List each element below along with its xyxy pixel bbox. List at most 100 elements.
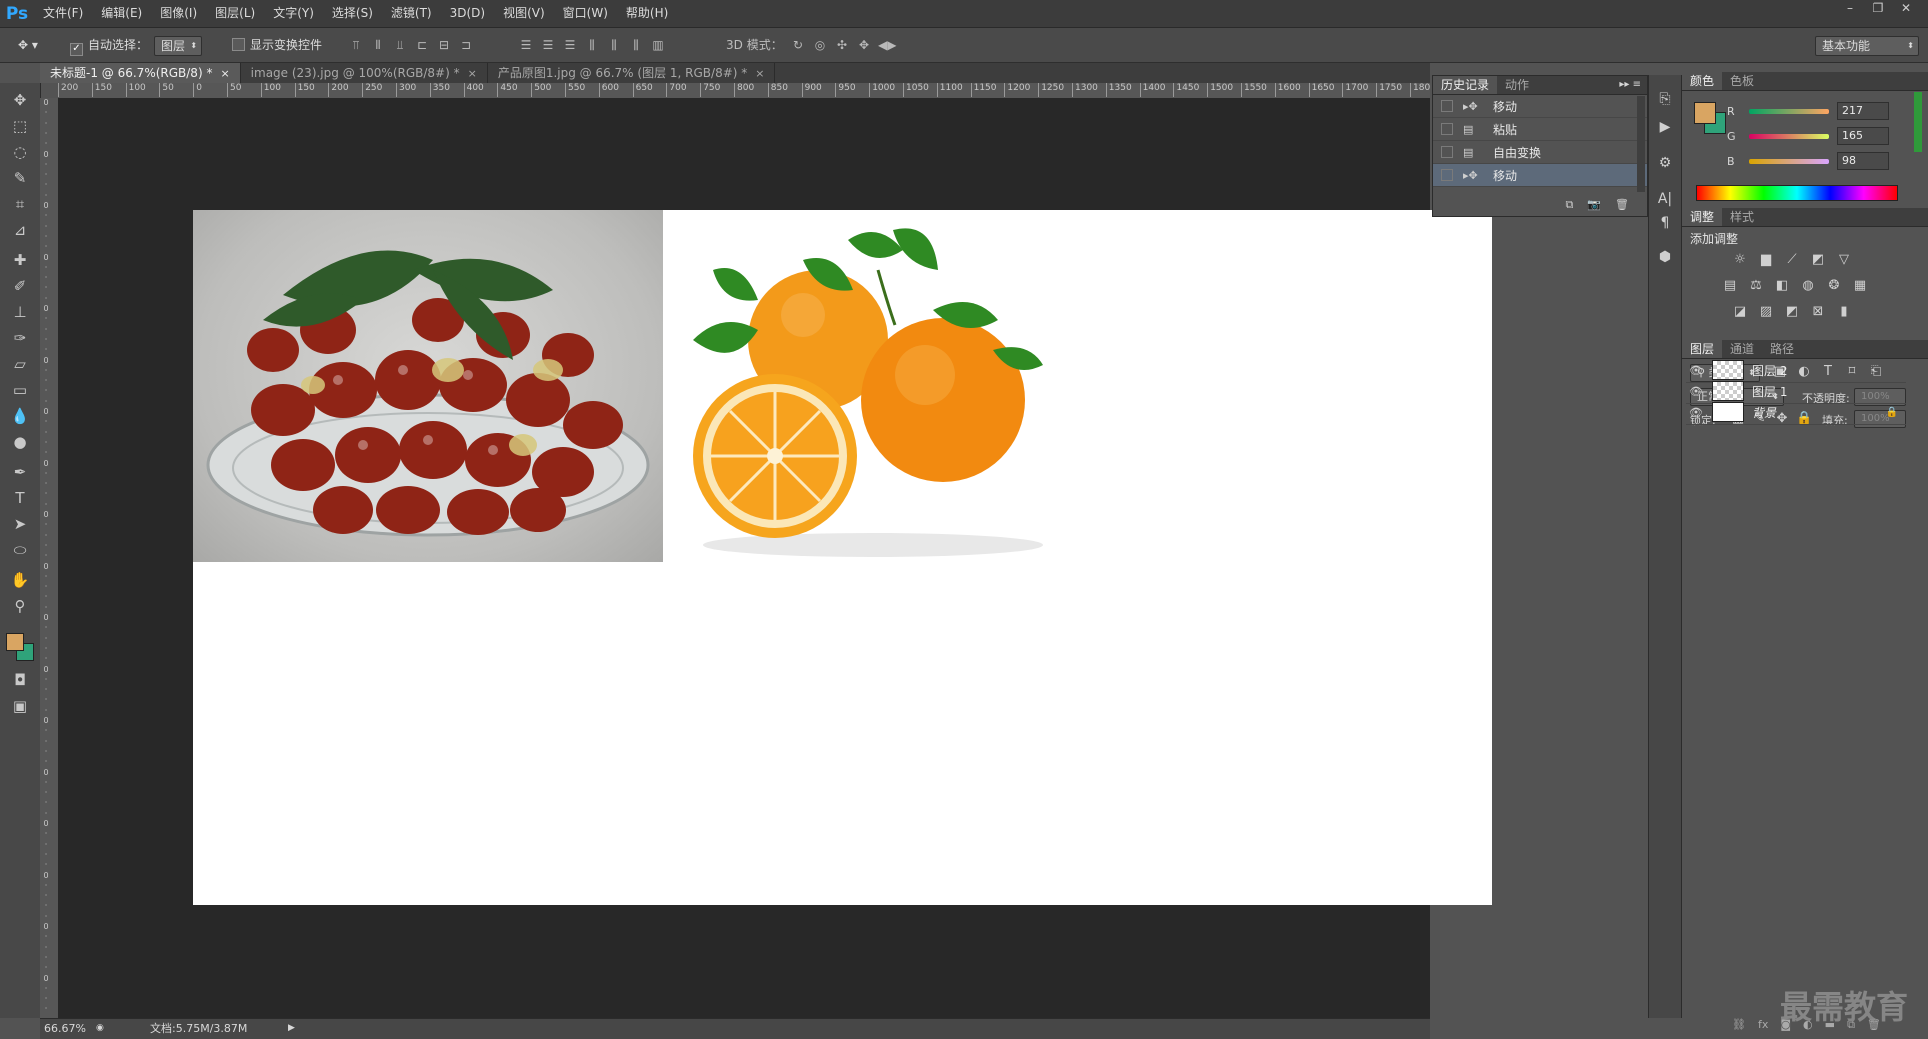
photo-filter-icon[interactable]: ◍	[1800, 278, 1816, 294]
history-brush-tool-icon[interactable]: ✑	[8, 327, 32, 349]
tab-adjustments[interactable]: 调整	[1682, 208, 1723, 226]
visibility-eye-icon[interactable]: 👁	[1686, 385, 1706, 398]
tab-paths[interactable]: 路径	[1762, 340, 1802, 358]
history-item[interactable]: ▤ 粘贴	[1433, 118, 1647, 141]
ellipse-tool-icon[interactable]: ⬭	[8, 539, 32, 561]
eraser-tool-icon[interactable]: ▱	[8, 353, 32, 375]
drag-3d-icon[interactable]: ✣	[834, 37, 850, 53]
close-button[interactable]: ✕	[1892, 0, 1920, 18]
green-slider-track[interactable]	[1749, 133, 1829, 139]
foreground-color-swatch[interactable]	[6, 633, 24, 651]
pen-tool-icon[interactable]: ✒	[8, 461, 32, 483]
zoom-tool-icon[interactable]: ⚲	[8, 595, 32, 617]
green-value-input[interactable]: 165	[1837, 127, 1889, 145]
color-slider-b[interactable]: B 98	[1727, 152, 1889, 170]
gradient-tool-icon[interactable]: ▭	[8, 379, 32, 401]
menu-item[interactable]: 视图(V)	[494, 0, 554, 27]
hue-saturation-icon[interactable]: ▤	[1722, 278, 1738, 294]
layer-name[interactable]: 图层 2	[1752, 362, 1787, 379]
new-document-from-state-icon[interactable]: ⧉	[1565, 198, 1573, 212]
menu-item[interactable]: 文件(F)	[34, 0, 92, 27]
align-left-icon[interactable]: ⊏	[414, 37, 430, 53]
color-lookup-icon[interactable]: ▦	[1852, 278, 1868, 294]
selective-color-icon[interactable]: ⊠	[1810, 304, 1826, 320]
move-tool-icon[interactable]: ✥	[8, 89, 32, 111]
posterize-icon[interactable]: ▨	[1758, 304, 1774, 320]
scale-3d-icon[interactable]: ◀▶	[878, 37, 896, 53]
status-menu-arrow-icon[interactable]: ▶	[288, 1019, 295, 1038]
distribute-bottom-icon[interactable]: ☰	[562, 37, 578, 53]
color-spectrum[interactable]	[1696, 185, 1898, 201]
close-tab-icon[interactable]: ×	[468, 67, 477, 80]
healing-brush-tool-icon[interactable]: ✚	[8, 249, 32, 271]
channel-mixer-icon[interactable]: ❂	[1826, 278, 1842, 294]
black-white-icon[interactable]: ◧	[1774, 278, 1790, 294]
align-top-icon[interactable]: ⫪	[348, 37, 364, 53]
marquee-tool-icon[interactable]: ⬚	[8, 115, 32, 137]
character-panel-icon[interactable]: A|	[1655, 189, 1675, 209]
exposure-icon[interactable]: ◩	[1810, 252, 1826, 268]
red-value-input[interactable]: 217	[1837, 102, 1889, 120]
invert-icon[interactable]: ◪	[1732, 304, 1748, 320]
history-item[interactable]: ▤ 自由变换	[1433, 141, 1647, 164]
menu-item[interactable]: 文字(Y)	[264, 0, 323, 27]
gradient-map-icon[interactable]: ▮	[1836, 304, 1852, 320]
distribute-hcenter-icon[interactable]: ⫼	[606, 37, 622, 53]
layer-row[interactable]: 👁 背景 🔒	[1686, 400, 1906, 425]
link-layers-icon[interactable]: ⛓	[1732, 1018, 1746, 1032]
history-item[interactable]: ▸✥ 移动	[1433, 95, 1647, 118]
history-brush-source-checkbox[interactable]	[1441, 146, 1453, 158]
history-brush-source-checkbox[interactable]	[1441, 123, 1453, 135]
red-slider-track[interactable]	[1749, 108, 1829, 114]
color-slider-r[interactable]: R 217	[1727, 102, 1889, 120]
rotate-3d-icon[interactable]: ↻	[790, 37, 806, 53]
color-balance-icon[interactable]: ⚖	[1748, 278, 1764, 294]
move-tool-preset[interactable]: ✥ ▾	[18, 36, 38, 54]
3d-panel-icon[interactable]: ⬢	[1655, 247, 1675, 267]
document-tab[interactable]: image (23).jpg @ 100%(RGB/8#) * ×	[241, 63, 488, 83]
blue-slider-track[interactable]	[1749, 158, 1829, 164]
menu-item[interactable]: 图层(L)	[206, 0, 264, 27]
distribute-top-icon[interactable]: ☰	[518, 37, 534, 53]
brush-tool-icon[interactable]: ✐	[8, 275, 32, 297]
type-tool-icon[interactable]: T	[8, 487, 32, 509]
blur-tool-icon[interactable]: 💧	[8, 405, 32, 427]
show-transform-checkbox[interactable]: 显示变换控件	[232, 36, 322, 54]
roll-3d-icon[interactable]: ◎	[812, 37, 828, 53]
minimize-button[interactable]: –	[1836, 0, 1864, 18]
layer-name[interactable]: 背景	[1752, 404, 1776, 421]
path-select-tool-icon[interactable]: ➤	[8, 513, 32, 535]
history-brush-source-checkbox[interactable]	[1441, 169, 1453, 181]
distribute-left-icon[interactable]: ⫼	[584, 37, 600, 53]
tab-channels[interactable]: 通道	[1722, 340, 1762, 358]
align-bottom-icon[interactable]: ⫫	[392, 37, 408, 53]
align-vcenter-icon[interactable]: ⫴	[370, 37, 386, 53]
menu-item[interactable]: 窗口(W)	[554, 0, 617, 27]
align-right-icon[interactable]: ⊐	[458, 37, 474, 53]
layer-style-icon[interactable]: fx	[1758, 1018, 1768, 1032]
distribute-right-icon[interactable]: ⫼	[628, 37, 644, 53]
layer-name[interactable]: 图层 1	[1752, 383, 1787, 400]
color-slider-g[interactable]: G 165	[1727, 127, 1889, 145]
document-canvas[interactable]	[193, 210, 1492, 905]
stamp-tool-icon[interactable]: ⊥	[8, 301, 32, 323]
menu-item[interactable]: 3D(D)	[441, 0, 494, 27]
history-item[interactable]: ▸✥ 移动	[1433, 164, 1647, 187]
dodge-tool-icon[interactable]: ●	[8, 431, 32, 453]
levels-icon[interactable]: ▆	[1758, 252, 1774, 268]
visibility-eye-icon[interactable]: 👁	[1686, 406, 1706, 419]
history-brush-source-checkbox[interactable]	[1441, 100, 1453, 112]
zoom-level[interactable]: 66.67%	[44, 1019, 86, 1038]
menu-item[interactable]: 帮助(H)	[617, 0, 677, 27]
distribute-vcenter-icon[interactable]: ☰	[540, 37, 556, 53]
menu-item[interactable]: 选择(S)	[323, 0, 382, 27]
brightness-icon[interactable]: ☼	[1732, 252, 1748, 268]
crop-tool-icon[interactable]: ⌗	[8, 193, 32, 215]
document-tab[interactable]: 产品原图1.jpg @ 66.7% (图层 1, RGB/8#) * ×	[488, 63, 776, 83]
history-scrollbar[interactable]	[1637, 96, 1645, 192]
trash-icon[interactable]: 🗑	[1615, 198, 1629, 212]
screen-mode-icon[interactable]: ▣	[8, 695, 32, 717]
close-tab-icon[interactable]: ×	[755, 67, 764, 80]
lasso-tool-icon[interactable]: ◌	[8, 141, 32, 163]
eyedropper-tool-icon[interactable]: ⊿	[8, 219, 32, 241]
